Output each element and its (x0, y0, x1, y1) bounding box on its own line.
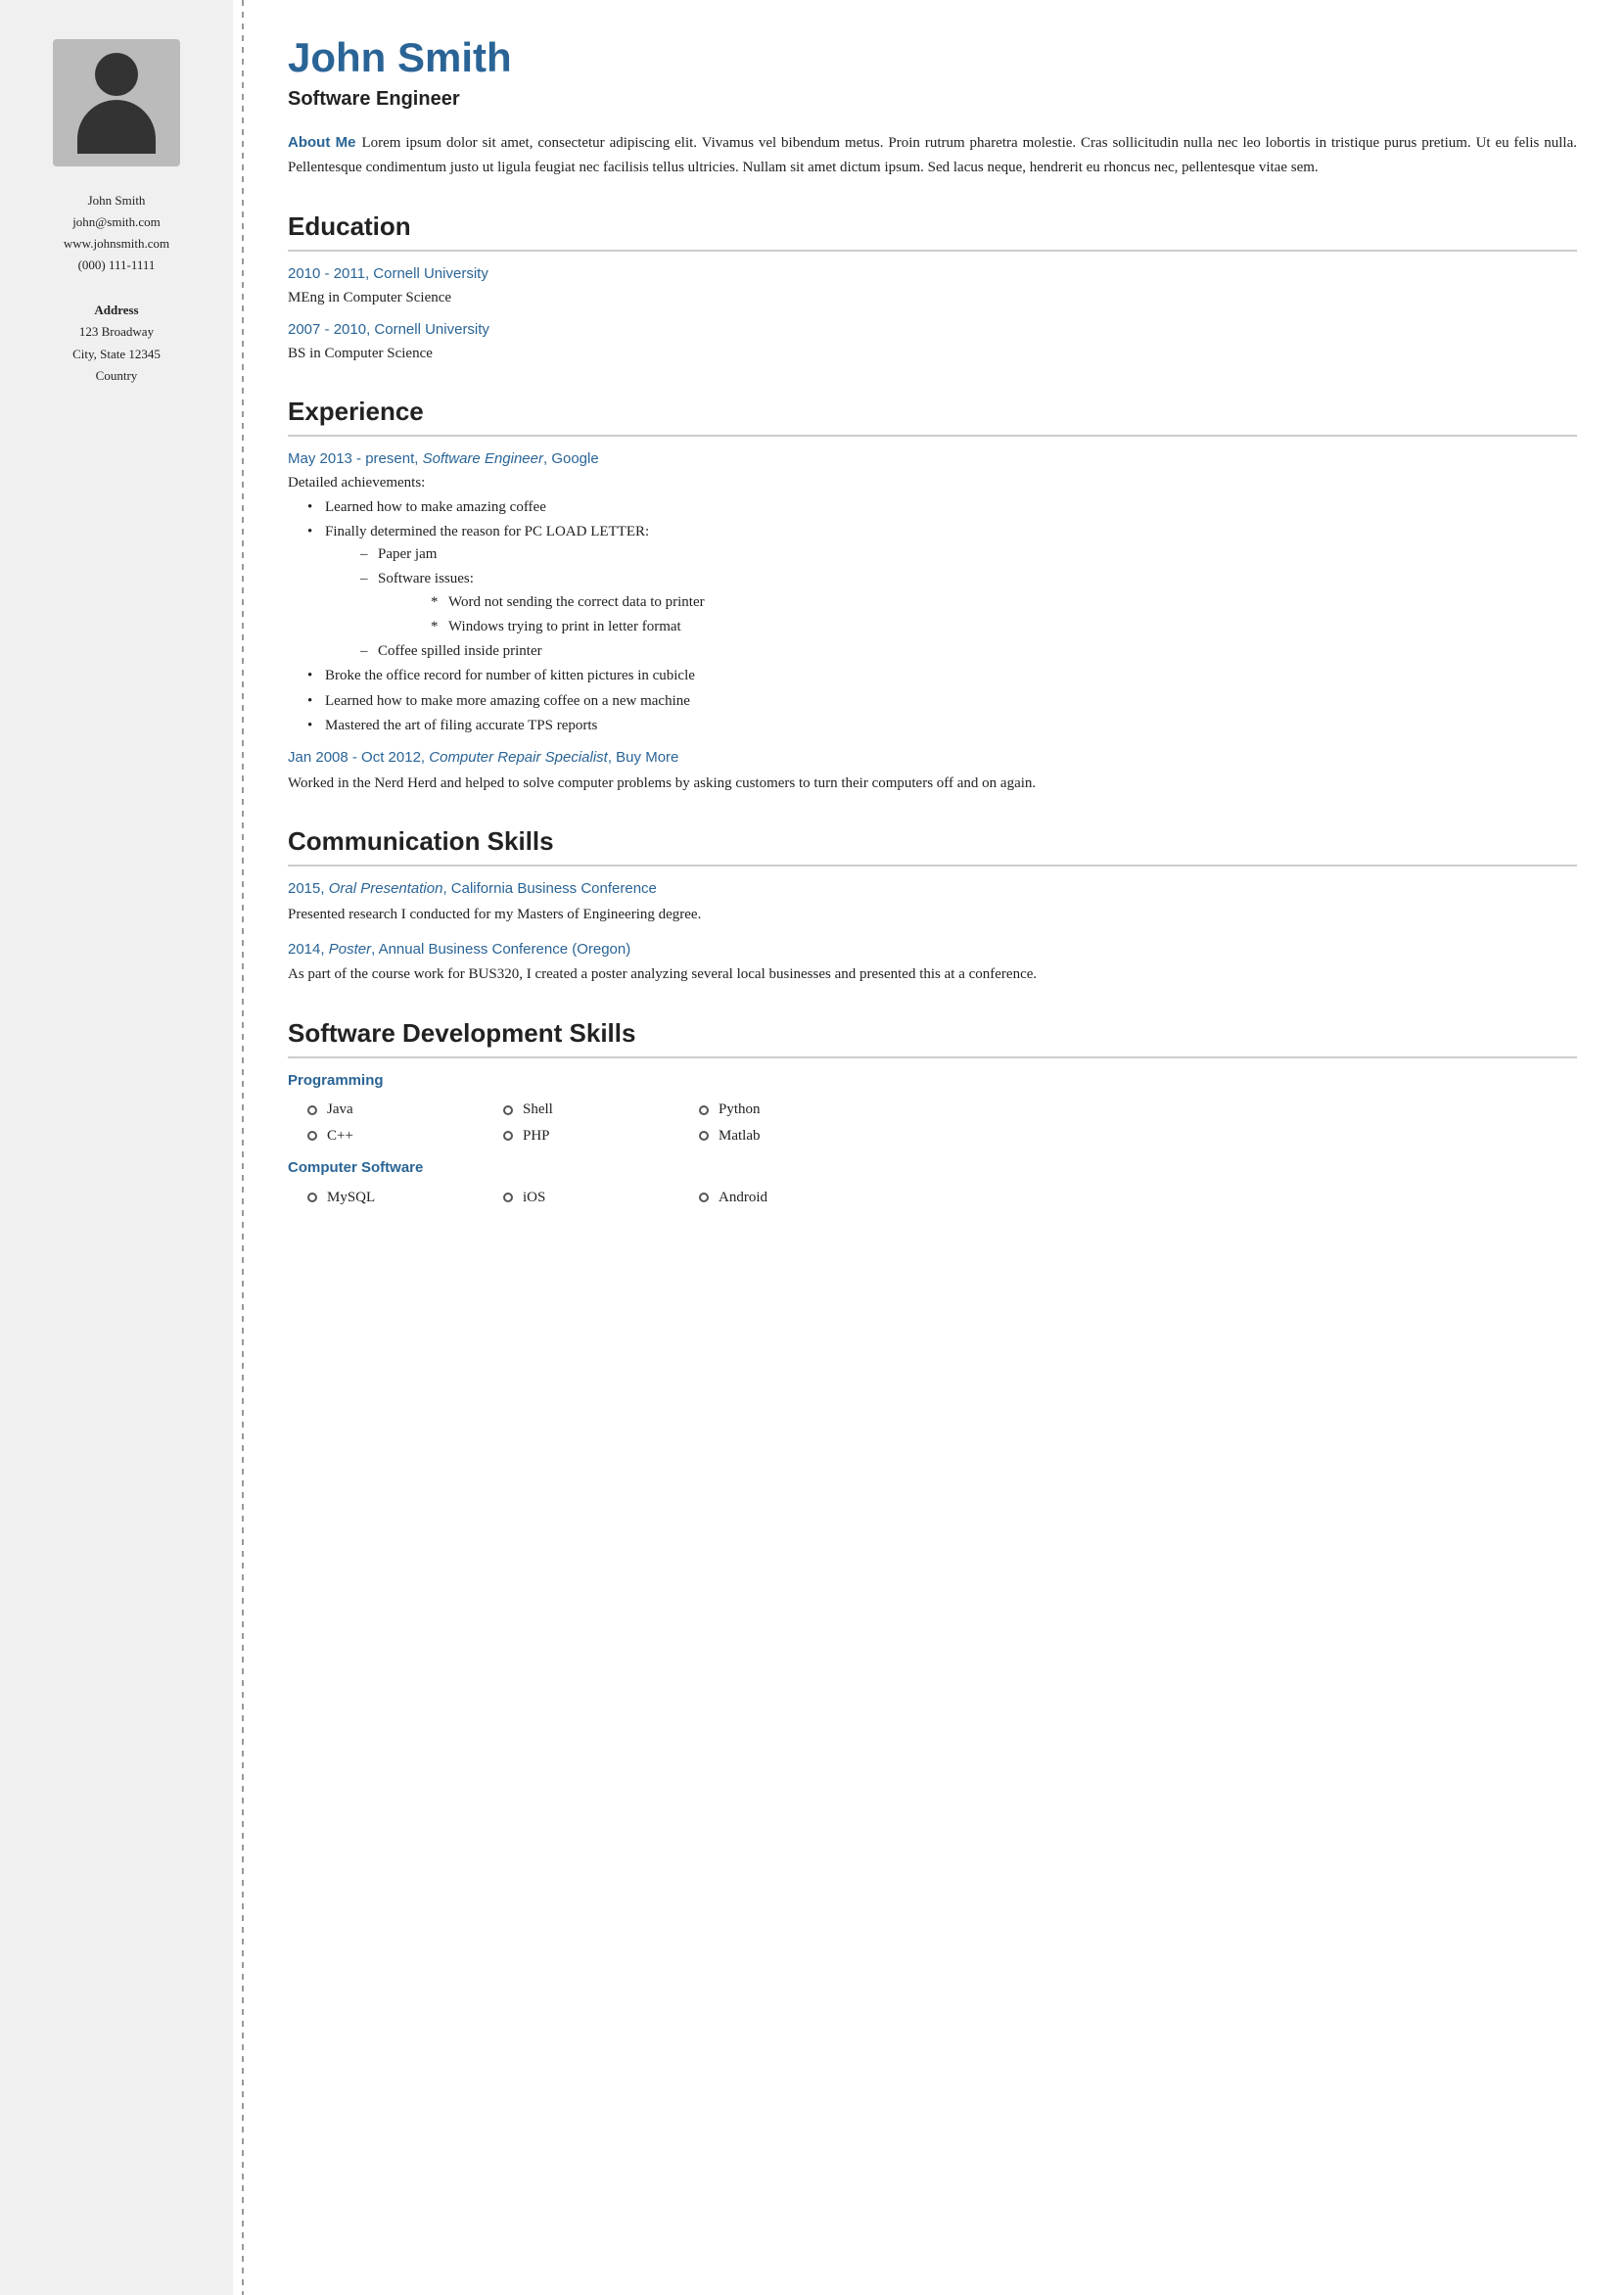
skills-grid-programming: Java Shell Python C++ PHP Matlab (288, 1098, 1577, 1148)
full-name: John Smith (288, 35, 1577, 80)
achievements-label: Detailed achievements: (288, 472, 1577, 494)
star-list-1: Word not sending the correct data to pri… (378, 591, 1577, 639)
edu-degree-1: MEng in Computer Science (288, 287, 1577, 309)
edu-header-1: 2010 - 2011, Cornell University (288, 263, 1577, 286)
dash-item: Paper jam (360, 543, 1577, 566)
bullet-item: Learned how to make more amazing coffee … (307, 690, 1577, 713)
dotted-divider (233, 0, 253, 2295)
star-item: Word not sending the correct data to pri… (431, 591, 1577, 614)
communication-entry-2: 2014, Poster, Annual Business Conference… (288, 939, 1577, 987)
experience-section-title: Experience (288, 393, 1577, 437)
skill-item: MySQL (307, 1186, 503, 1210)
address-label: Address (72, 300, 161, 321)
skill-bullet-icon (307, 1131, 317, 1141)
experience-entry-2: Jan 2008 - Oct 2012, Computer Repair Spe… (288, 747, 1577, 795)
experience-entry-1: May 2013 - present, Software Engineer, G… (288, 448, 1577, 738)
bullet-list-1: Learned how to make amazing coffee Final… (288, 496, 1577, 738)
communication-entry-1: 2015, Oral Presentation, California Busi… (288, 878, 1577, 926)
skills-grid-software: MySQL iOS Android (288, 1186, 1577, 1210)
resume-page: John Smith john@smith.com www.johnsmith.… (0, 0, 1624, 2295)
skill-item: C++ (307, 1124, 503, 1148)
exp-header-1: May 2013 - present, Software Engineer, G… (288, 448, 1577, 471)
communication-section-title: Communication Skills (288, 822, 1577, 866)
skills-section-title: Software Development Skills (288, 1014, 1577, 1058)
skills-programming: Programming Java Shell Python C++ PHP Ma… (288, 1070, 1577, 1148)
address-line3: Country (72, 365, 161, 387)
comm-desc-2: As part of the course work for BUS320, I… (288, 962, 1577, 987)
exp-desc-2: Worked in the Nerd Herd and helped to so… (288, 772, 1577, 796)
skills-software: Computer Software MySQL iOS Android (288, 1157, 1577, 1209)
avatar-body (77, 100, 156, 154)
skill-bullet-icon (503, 1131, 513, 1141)
bullet-item: Mastered the art of filing accurate TPS … (307, 715, 1577, 737)
dotted-line (242, 0, 244, 2295)
main-content: John Smith Software Engineer About MeLor… (253, 0, 1624, 2295)
address-line1: 123 Broadway (72, 321, 161, 343)
address-section: Address 123 Broadway City, State 12345 C… (72, 300, 161, 386)
star-item: Windows trying to print in letter format (431, 616, 1577, 638)
skill-item: Matlab (699, 1124, 895, 1148)
dash-item: Coffee spilled inside printer (360, 640, 1577, 663)
exp-header-2: Jan 2008 - Oct 2012, Computer Repair Spe… (288, 747, 1577, 770)
edu-degree-2: BS in Computer Science (288, 343, 1577, 365)
sidebar-name: John Smith (64, 190, 169, 211)
skill-item: Android (699, 1186, 895, 1210)
bullet-item: Broke the office record for number of ki… (307, 665, 1577, 687)
bullet-item: Learned how to make amazing coffee (307, 496, 1577, 519)
skill-item: Shell (503, 1098, 699, 1122)
bullet-item: Finally determined the reason for PC LOA… (307, 521, 1577, 664)
sidebar: John Smith john@smith.com www.johnsmith.… (0, 0, 233, 2295)
dash-item: Software issues: Word not sending the co… (360, 568, 1577, 638)
skill-bullet-icon (699, 1131, 709, 1141)
skill-item: Java (307, 1098, 503, 1122)
comm-header-1: 2015, Oral Presentation, California Busi… (288, 878, 1577, 901)
about-me-text: Lorem ipsum dolor sit amet, consectetur … (288, 135, 1577, 175)
skill-bullet-icon (699, 1105, 709, 1115)
skill-bullet-icon (503, 1193, 513, 1202)
education-section-title: Education (288, 208, 1577, 252)
job-title: Software Engineer (288, 84, 1577, 114)
skills-category-programming: Programming (288, 1070, 1577, 1093)
skill-bullet-icon (503, 1105, 513, 1115)
about-me-block: About MeLorem ipsum dolor sit amet, cons… (288, 131, 1577, 180)
skills-category-software: Computer Software (288, 1157, 1577, 1180)
about-me-label: About Me (288, 134, 355, 151)
avatar (53, 39, 180, 166)
skill-item: iOS (503, 1186, 699, 1210)
contact-info: John Smith john@smith.com www.johnsmith.… (64, 190, 169, 276)
sidebar-website: www.johnsmith.com (64, 233, 169, 255)
address-line2: City, State 12345 (72, 344, 161, 365)
comm-header-2: 2014, Poster, Annual Business Conference… (288, 939, 1577, 961)
person-icon (77, 53, 156, 154)
edu-header-2: 2007 - 2010, Cornell University (288, 319, 1577, 342)
skill-bullet-icon (307, 1193, 317, 1202)
sidebar-email: john@smith.com (64, 211, 169, 233)
skill-bullet-icon (307, 1105, 317, 1115)
avatar-head (95, 53, 138, 96)
skill-bullet-icon (699, 1193, 709, 1202)
skill-item: Python (699, 1098, 895, 1122)
education-entry-1: 2010 - 2011, Cornell University MEng in … (288, 263, 1577, 309)
education-entry-2: 2007 - 2010, Cornell University BS in Co… (288, 319, 1577, 365)
dash-list-1: Paper jam Software issues: Word not send… (325, 543, 1577, 663)
comm-desc-1: Presented research I conducted for my Ma… (288, 903, 1577, 927)
skill-item: PHP (503, 1124, 699, 1148)
sidebar-phone: (000) 111-1111 (64, 255, 169, 276)
